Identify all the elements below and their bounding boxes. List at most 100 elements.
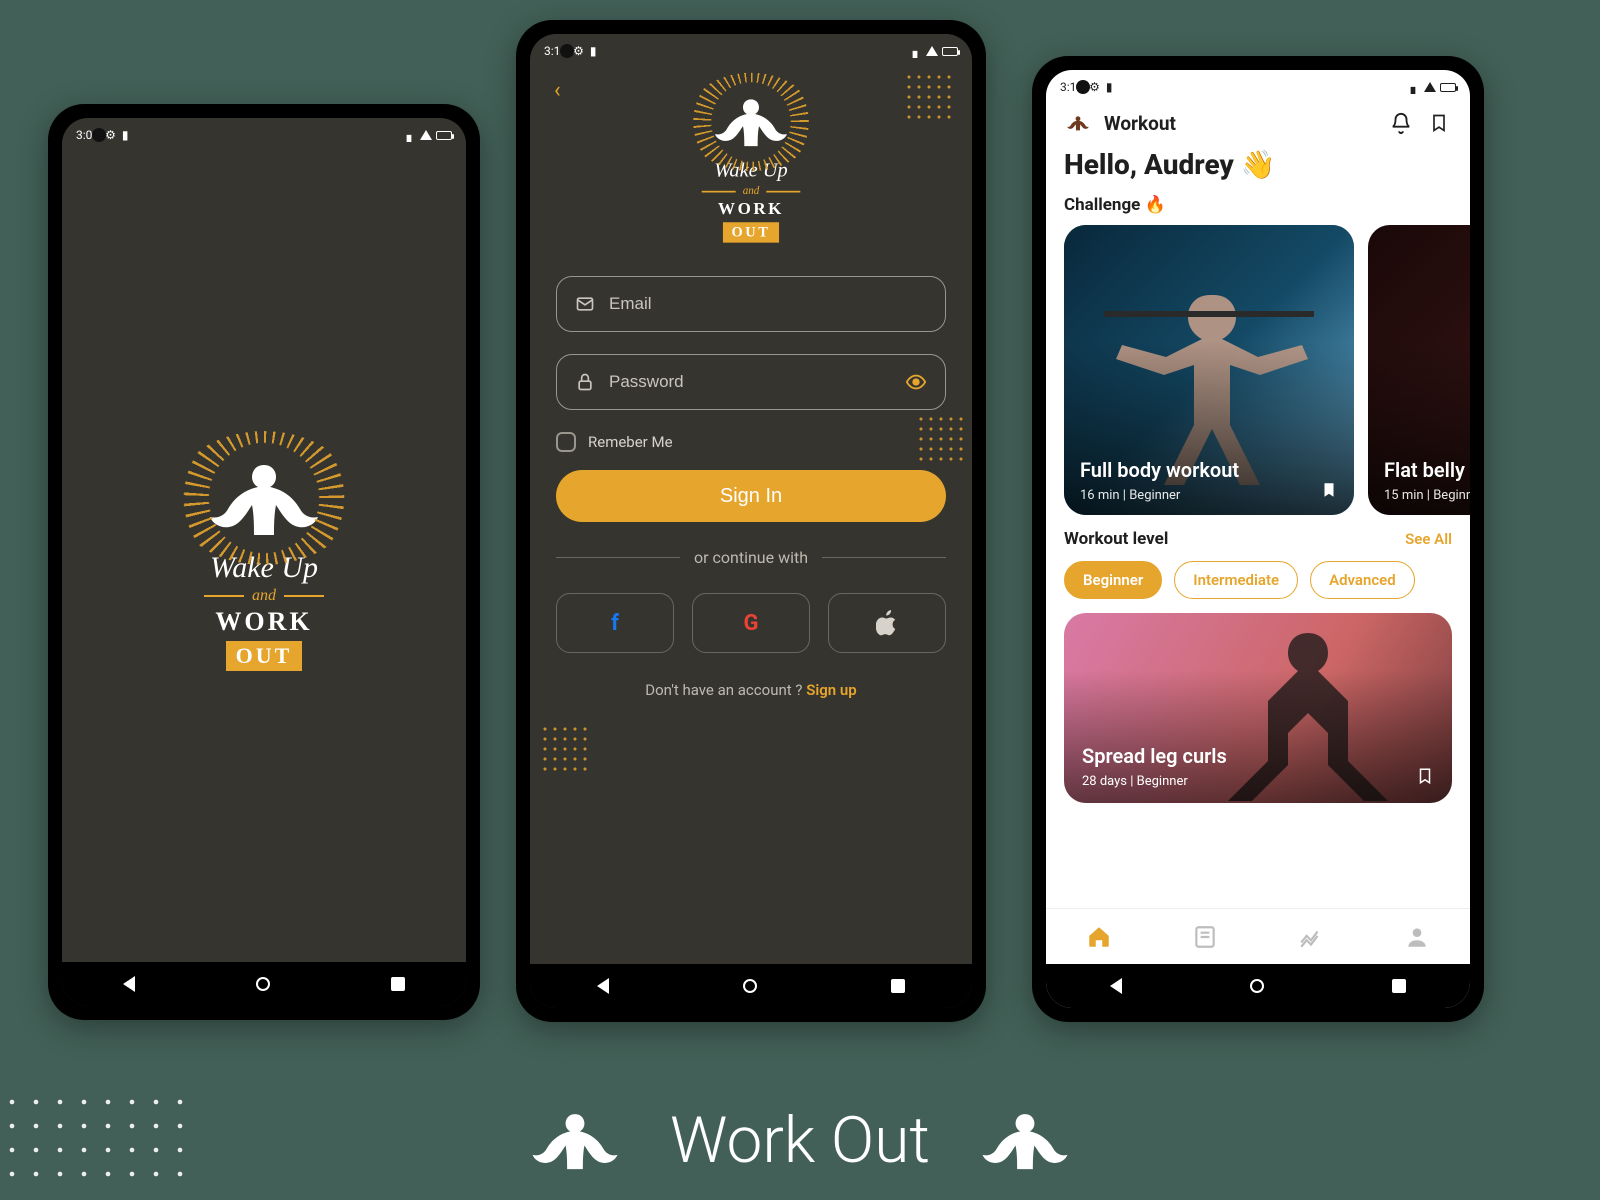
wifi-icon: ▖ — [1411, 80, 1420, 94]
app-title: Workout — [1104, 112, 1376, 135]
nav-home-icon[interactable] — [743, 979, 757, 993]
splash-screen: 3:09⚙▮ ▖ Wake Up and WORK OUT — [62, 118, 466, 1006]
nav-back-icon[interactable] — [123, 976, 135, 992]
phone-splash: 3:09⚙▮ ▖ Wake Up and WORK OUT — [48, 104, 480, 1020]
level-section-header: Workout level See All — [1046, 523, 1470, 555]
android-nav-bar — [62, 962, 466, 1006]
home-screen: 3:11⚙▮ ▖ Workout Hello, Audrey 👋 Challen… — [1046, 70, 1470, 1008]
card-title: Spread leg curls — [1082, 744, 1434, 768]
challenge-card[interactable]: Full body workout 16 min | Beginner — [1064, 225, 1354, 515]
facebook-login-button[interactable]: f — [556, 593, 674, 653]
sign-up-link[interactable]: Sign up — [806, 681, 857, 699]
card-meta: 28 days | Beginner — [1082, 774, 1434, 789]
level-chips: Beginner Intermediate Advanced — [1046, 555, 1470, 609]
nav-back-icon[interactable] — [597, 978, 609, 994]
logo-text-work: WORK — [585, 199, 917, 219]
remember-me-label: Remeber Me — [588, 433, 673, 451]
app-logo: Wake Up and WORK OUT — [585, 91, 917, 242]
tab-discover-icon[interactable] — [1192, 924, 1218, 950]
logo-text-out: OUT — [723, 222, 779, 242]
chip-beginner[interactable]: Beginner — [1064, 561, 1162, 599]
email-input[interactable] — [609, 294, 927, 314]
muscle-logo-icon — [1064, 112, 1092, 134]
bookmark-icon — [1429, 112, 1449, 134]
chip-intermediate[interactable]: Intermediate — [1174, 561, 1298, 599]
battery-icon — [436, 131, 452, 140]
google-icon: G — [744, 611, 759, 636]
workout-card[interactable]: Spread leg curls 28 days | Beginner — [1064, 613, 1452, 803]
bell-icon — [1390, 112, 1412, 134]
battery-icon — [1440, 83, 1456, 92]
phone-camera — [1076, 80, 1090, 94]
tab-home-icon[interactable] — [1086, 924, 1112, 950]
login-screen: 3:11⚙▮ ▖ ‹ Wake Up and WORK OUT — [530, 34, 972, 1008]
card-meta: 16 min | Beginner — [1080, 488, 1338, 503]
card-icon: ▮ — [590, 44, 597, 58]
nav-recents-icon[interactable] — [391, 977, 405, 991]
social-divider: or continue with — [556, 548, 946, 567]
password-field[interactable] — [556, 354, 946, 410]
bookmark-icon[interactable] — [1320, 479, 1338, 501]
divider-label: or continue with — [694, 548, 808, 567]
facebook-icon: f — [611, 611, 619, 636]
tab-profile-icon[interactable] — [1404, 924, 1430, 950]
phone-camera — [560, 44, 574, 58]
nav-home-icon[interactable] — [1250, 979, 1264, 993]
muscle-logo-icon — [704, 91, 798, 152]
notifications-button[interactable] — [1388, 110, 1414, 136]
logo-text-and: and — [194, 587, 334, 605]
muscle-icon — [520, 1100, 630, 1180]
visibility-toggle-icon[interactable] — [905, 371, 927, 393]
decorative-dots — [0, 1090, 200, 1190]
decorative-dots — [540, 724, 590, 774]
logo-text-and: and — [585, 184, 917, 198]
signal-icon — [926, 46, 938, 56]
nav-recents-icon[interactable] — [1392, 979, 1406, 993]
signal-icon — [1424, 82, 1436, 92]
card-meta: 15 min | Beginner — [1384, 488, 1470, 503]
top-bar: Workout — [1046, 104, 1470, 146]
wifi-icon: ▖ — [407, 128, 416, 142]
nav-home-icon[interactable] — [256, 977, 270, 991]
remember-me-checkbox[interactable] — [556, 432, 576, 452]
gear-icon: ⚙ — [105, 128, 116, 142]
android-nav-bar — [530, 964, 972, 1008]
nav-recents-icon[interactable] — [891, 979, 905, 993]
password-input[interactable] — [609, 372, 891, 392]
email-field[interactable] — [556, 276, 946, 332]
phone-camera — [92, 128, 106, 142]
app-logo: Wake Up and WORK OUT — [194, 453, 334, 671]
card-icon: ▮ — [122, 128, 129, 142]
apple-login-button[interactable] — [828, 593, 946, 653]
sign-in-button[interactable]: Sign In — [556, 470, 946, 522]
challenge-card[interactable]: Flat belly 15 min | Beginner — [1368, 225, 1470, 515]
bottom-tab-bar — [1046, 908, 1470, 964]
chip-advanced[interactable]: Advanced — [1310, 561, 1415, 599]
gear-icon: ⚙ — [573, 44, 584, 58]
phone-home: 3:11⚙▮ ▖ Workout Hello, Audrey 👋 Challen… — [1032, 56, 1484, 1022]
see-all-link[interactable]: See All — [1405, 530, 1452, 548]
android-nav-bar — [1046, 964, 1470, 1008]
apple-icon — [876, 610, 898, 636]
status-bar: 3:11⚙▮ ▖ — [530, 34, 972, 68]
no-account-text: Don't have an account ? — [645, 681, 806, 699]
bookmarks-button[interactable] — [1426, 110, 1452, 136]
footer-title: Work Out — [670, 1103, 930, 1178]
bookmark-icon[interactable] — [1416, 765, 1434, 787]
muscle-logo-icon — [194, 453, 334, 543]
lock-icon — [575, 372, 595, 392]
greeting-text: Hello, Audrey 👋 — [1046, 146, 1470, 189]
level-label: Workout level — [1064, 529, 1168, 549]
nav-back-icon[interactable] — [1110, 978, 1122, 994]
back-button[interactable]: ‹ — [554, 78, 561, 103]
challenge-carousel[interactable]: Full body workout 16 min | Beginner Flat… — [1046, 221, 1470, 523]
showcase-footer: Work Out — [0, 1080, 1600, 1200]
remember-me-row[interactable]: Remeber Me — [556, 432, 946, 452]
battery-icon — [942, 47, 958, 56]
mail-icon — [575, 294, 595, 314]
tab-stats-icon[interactable] — [1298, 924, 1324, 950]
card-title: Full body workout — [1080, 458, 1338, 482]
google-login-button[interactable]: G — [692, 593, 810, 653]
status-bar: 3:09⚙▮ ▖ — [62, 118, 466, 152]
signal-icon — [420, 130, 432, 140]
